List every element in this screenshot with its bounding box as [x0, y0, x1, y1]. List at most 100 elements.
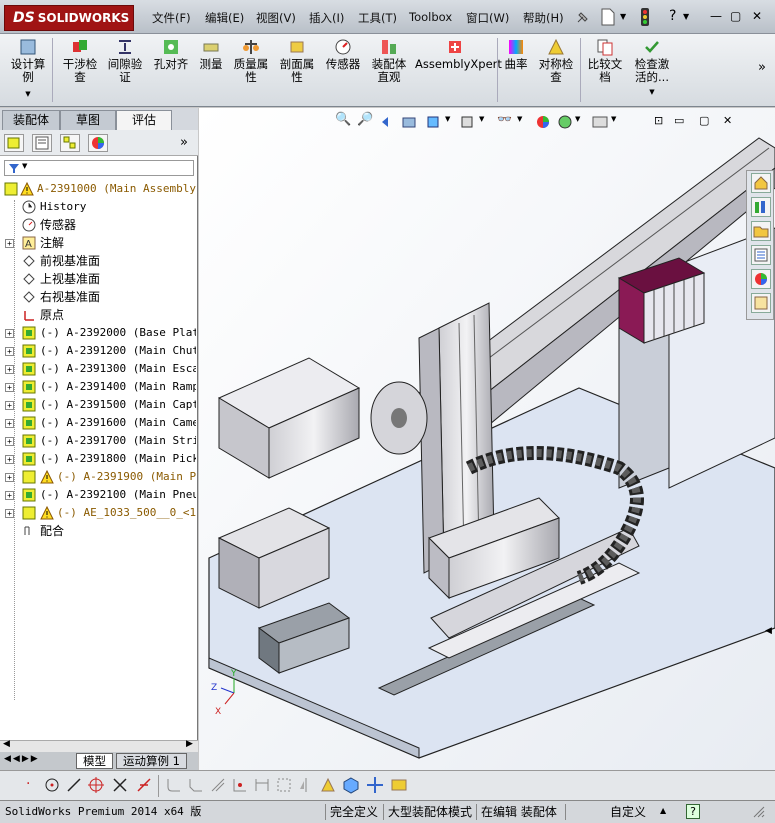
line-icon[interactable] — [66, 777, 82, 793]
menu-toolbox[interactable]: Toolbox — [409, 10, 452, 24]
ribbon-expand-icon[interactable]: » — [758, 60, 766, 75]
tree-item-component-warning[interactable]: + (-) A-2391900 (Main Pic — [0, 468, 196, 486]
collapse-arrow-icon[interactable]: ◀ — [765, 626, 772, 636]
tree-item-component[interactable]: + (-) A-2392000 (Base Plate — [0, 324, 196, 342]
new-document-icon[interactable] — [600, 8, 616, 26]
tree-item-component-warning[interactable]: + (-) AE_1033_500__0_<1> — [0, 504, 196, 522]
scroll-left-icon[interactable]: ◀ — [3, 739, 10, 749]
chevron-down-icon[interactable]: ▼ — [445, 115, 450, 123]
tree-item-sensors[interactable]: 传感器 — [0, 216, 196, 234]
display-style-icon[interactable] — [459, 114, 475, 130]
property-manager-icon[interactable] — [32, 134, 52, 152]
view-minimize-icon[interactable]: ▭ — [674, 114, 684, 127]
expand-toggle-icon[interactable]: + — [5, 437, 14, 446]
menu-window[interactable]: 窗口(W) — [466, 10, 509, 26]
expand-toggle-icon[interactable]: + — [5, 509, 14, 518]
tree-item-history[interactable]: History — [0, 198, 196, 216]
expand-toggle-icon[interactable]: + — [5, 455, 14, 464]
circle-icon[interactable] — [44, 777, 60, 793]
smart-dimension-icon[interactable] — [254, 777, 270, 793]
close-icon[interactable]: ✕ — [752, 9, 762, 23]
tab-assembly[interactable]: 装配体 — [2, 110, 60, 130]
apply-scene-icon[interactable] — [557, 114, 573, 130]
tree-item-component[interactable]: + (-) A-2391300 (Main Escap — [0, 360, 196, 378]
expand-toggle-icon[interactable]: + — [5, 401, 14, 410]
tab-nav-arrows-icon[interactable]: ◀◀▶▶ — [4, 754, 40, 764]
help-icon[interactable]: ? — [669, 8, 676, 24]
tree-item-component[interactable]: + (-) A-2391600 (Main Camer — [0, 414, 196, 432]
design-library-icon[interactable] — [751, 197, 771, 217]
measure-button[interactable]: 测量 — [196, 38, 226, 71]
tab-sketch[interactable]: 草图 — [60, 110, 116, 130]
point-icon[interactable]: · — [26, 776, 30, 792]
menu-tools[interactable]: 工具(T) — [358, 10, 397, 26]
chevron-down-icon[interactable]: ▼ — [575, 115, 580, 123]
graphics-area[interactable]: Y Z X 🔍 🔎 ▼ ▼ 👓 ▼ ▼ ▼ ⊡ ▭ ▢ ✕ ◀ — [199, 108, 775, 770]
featuremanager-tree-icon[interactable] — [4, 134, 24, 152]
tree-item-component[interactable]: + (-) A-2391800 (Main Picku — [0, 450, 196, 468]
edit-appearance-icon[interactable] — [535, 114, 551, 130]
menu-file[interactable]: 文件(F) — [152, 10, 191, 26]
file-explorer-icon[interactable] — [751, 221, 771, 241]
tree-item-component[interactable]: + (-) A-2391700 (Main Stripp — [0, 432, 196, 450]
symmetry-check-button[interactable]: 对称检查 — [535, 38, 577, 84]
tree-item-mates[interactable]: 配合 — [0, 522, 196, 540]
tab-motion-study[interactable]: 运动算例 1 — [116, 753, 187, 769]
sensor-button[interactable]: 传感器 — [322, 38, 364, 71]
view-tile-icon[interactable]: ⊡ — [654, 114, 663, 127]
tree-item-plane[interactable]: 上视基准面 — [0, 270, 196, 288]
tree-horizontal-scrollbar[interactable]: ◀ ▶ — [0, 739, 198, 752]
trim-icon[interactable] — [112, 777, 128, 793]
tree-item-component[interactable]: + (-) A-2391500 (Main Captu — [0, 396, 196, 414]
tree-item-component[interactable]: + (-) A-2391200 (Main Chute — [0, 342, 196, 360]
menu-insert[interactable]: 插入(I) — [309, 10, 344, 26]
expand-toggle-icon[interactable]: + — [5, 347, 14, 356]
tree-item-plane[interactable]: 前视基准面 — [0, 252, 196, 270]
chevron-down-icon[interactable]: ▼ — [22, 162, 27, 170]
design-study-button[interactable]: 设计算例 ▼ — [8, 38, 48, 101]
chevron-down-icon[interactable]: ▼ — [611, 115, 616, 123]
chevron-down-icon[interactable]: ▲ — [660, 806, 666, 815]
menu-help[interactable]: 帮助(H) — [523, 10, 564, 26]
scroll-right-icon[interactable]: ▶ — [186, 739, 193, 749]
tab-evaluate[interactable]: 评估 — [116, 110, 172, 131]
chevron-down-icon[interactable]: ▼ — [683, 12, 689, 21]
tree-item-annotations[interactable]: + A 注解 — [0, 234, 196, 252]
expand-toggle-icon[interactable]: + — [5, 383, 14, 392]
expand-toggle-icon[interactable]: + — [5, 491, 14, 500]
chevron-down-icon[interactable]: ▼ — [8, 88, 48, 101]
expand-toggle-icon[interactable]: + — [5, 329, 14, 338]
menu-edit[interactable]: 编辑(E) — [205, 10, 244, 26]
tree-root-assembly[interactable]: A-2391000 (Main Assembly) — [0, 180, 196, 198]
restore-icon[interactable]: ▢ — [730, 9, 741, 23]
configuration-manager-icon[interactable] — [60, 134, 80, 152]
tree-item-component[interactable]: + (-) A-2392100 (Main Pneum — [0, 486, 196, 504]
move-entities-icon[interactable] — [366, 776, 384, 794]
view-settings-icon[interactable] — [591, 114, 609, 130]
assembly-3d-model[interactable]: Y Z X — [199, 108, 775, 770]
target-icon[interactable] — [88, 777, 104, 793]
instant-2d-icon[interactable] — [390, 776, 408, 794]
view-palette-icon[interactable] — [751, 245, 771, 265]
chevron-down-icon[interactable]: ▼ — [630, 86, 674, 99]
hole-alignment-button[interactable]: 孔对齐 — [150, 38, 192, 71]
menu-view[interactable]: 视图(V) — [256, 10, 296, 26]
3d-sketch-icon[interactable] — [342, 776, 360, 794]
chevron-down-icon[interactable]: ▼ — [517, 115, 522, 123]
offset-icon[interactable] — [210, 777, 226, 793]
hide-show-items-icon[interactable]: 👓 — [497, 112, 512, 126]
help-status-icon[interactable]: ? — [686, 804, 700, 819]
chevron-down-icon[interactable]: ▼ — [479, 115, 484, 123]
tree-item-origin[interactable]: 原点 — [0, 306, 196, 324]
zoom-to-fit-icon[interactable]: 🔍 — [335, 112, 351, 127]
expand-toggle-icon[interactable]: + — [5, 239, 14, 248]
status-custom-units[interactable]: 自定义 — [610, 804, 646, 820]
compare-documents-button[interactable]: 比较文档 — [584, 38, 626, 84]
repair-sketch-icon[interactable] — [320, 777, 336, 793]
chevron-down-icon[interactable]: ▼ — [620, 12, 626, 21]
curvature-button[interactable]: 曲率 — [501, 38, 531, 71]
solidworks-resources-icon[interactable] — [751, 173, 771, 193]
solidworks-logo[interactable]: DS SOLIDWORKS — [4, 5, 134, 31]
pin-icon[interactable] — [574, 10, 590, 26]
check-active-button[interactable]: 检查激 活的... ▼ — [630, 38, 674, 99]
